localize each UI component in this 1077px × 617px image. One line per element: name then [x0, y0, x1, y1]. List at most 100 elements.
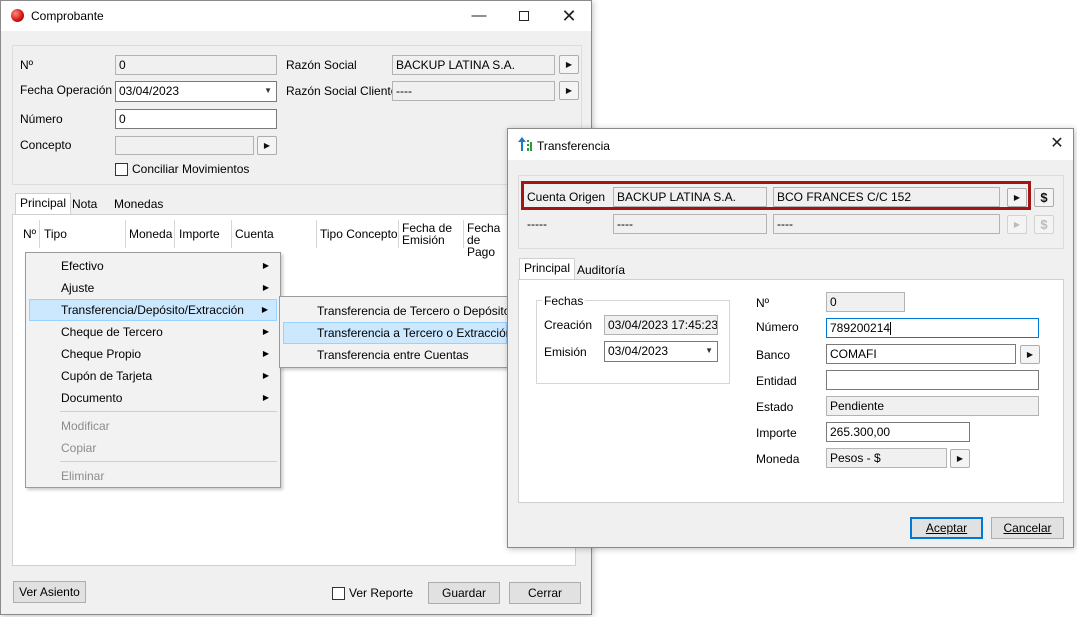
tab-nota[interactable]: Nota [68, 195, 101, 215]
tab-monedas[interactable]: Monedas [110, 195, 167, 215]
col-fecha-emision[interactable]: Fecha de Emisión [402, 222, 462, 246]
submenu-item-entre-cuentas[interactable]: Transferencia entre Cuentas [283, 344, 507, 366]
close-icon[interactable]: ✕ [554, 4, 584, 28]
concepto-field [115, 136, 254, 155]
col-moneda[interactable]: Moneda [129, 228, 172, 240]
chevron-down-icon[interactable]: ▼ [264, 82, 272, 100]
menu-item-documento[interactable]: Documento ▶ [29, 387, 277, 409]
razon-social-cliente-field: ---- [392, 81, 555, 101]
menu-separator [60, 411, 277, 412]
col-separator [316, 220, 317, 248]
creacion-label: Creación [544, 318, 593, 332]
submenu-arrow-icon: ▶ [262, 261, 269, 270]
menu-item-cheque-tercero[interactable]: Cheque de Tercero ▶ [29, 321, 277, 343]
col-tipo[interactable]: Tipo [44, 228, 67, 240]
banco-field: COMAFI [826, 344, 1016, 364]
menu-item-transferencia[interactable]: Transferencia/Depósito/Extracción ▶ [29, 299, 277, 321]
razon-social-cliente-select-button[interactable]: ▶ [559, 81, 579, 100]
cuenta2-currency-button[interactable]: $ [1034, 215, 1054, 234]
tab-auditoria[interactable]: Auditoría [573, 261, 629, 281]
col-importe[interactable]: Importe [179, 228, 220, 240]
banco-select-button[interactable]: ▶ [1020, 345, 1040, 364]
transfer-icon [517, 137, 533, 152]
col-separator [174, 220, 175, 248]
menu-item-cheque-propio[interactable]: Cheque Propio ▶ [29, 343, 277, 365]
play-arrow-icon: ▶ [565, 86, 573, 95]
chevron-down-icon[interactable]: ▼ [705, 342, 713, 360]
numero-input[interactable]: 789200214 [826, 318, 1039, 338]
importe-label: Importe [756, 426, 797, 440]
nro-field: 0 [826, 292, 905, 312]
menu-item-eliminar[interactable]: Eliminar [29, 465, 277, 487]
submenu-item-label: Transferencia entre Cuentas [317, 348, 469, 362]
concepto-select-button[interactable]: ▶ [257, 136, 277, 155]
razon-social-select-button[interactable]: ▶ [559, 55, 579, 74]
tab-principal[interactable]: Principal [519, 258, 576, 280]
importe-input[interactable]: 265.300,00 [826, 422, 970, 442]
col-separator [231, 220, 232, 248]
nro-label: Nº [756, 296, 770, 310]
menu-item-label: Eliminar [61, 469, 105, 483]
play-arrow-icon: ▶ [956, 454, 964, 463]
creacion-field: 03/04/2023 17:45:23 [604, 315, 718, 335]
dialog-title: Transferencia [537, 139, 610, 153]
numero2-label: Número [20, 112, 63, 126]
menu-item-label: Ajuste [61, 281, 95, 295]
context-menu: Efectivo ▶ Ajuste ▶ Transferencia/Depósito… [25, 252, 281, 488]
cuenta-origen-currency-button[interactable]: $ [1034, 188, 1054, 207]
cuenta2-select-button[interactable]: ▶ [1007, 215, 1027, 234]
cuenta-origen-label: Cuenta Origen [527, 190, 606, 204]
numero-label: Número [756, 320, 799, 334]
submenu-item-tercero-extraccion[interactable]: Transferencia a Tercero o Extracción [283, 322, 512, 344]
ver-reporte-checkbox[interactable] [332, 587, 345, 600]
menu-item-efectivo[interactable]: Efectivo ▶ [29, 255, 277, 277]
play-arrow-icon: ▶ [1026, 350, 1034, 359]
conciliar-label: Conciliar Movimientos [132, 162, 250, 176]
col-nro[interactable]: Nº [23, 228, 36, 240]
col-separator [398, 220, 399, 248]
cancelar-button[interactable]: Cancelar [991, 517, 1064, 539]
transferencia-titlebar[interactable]: Transferencia ✕ [508, 129, 1073, 160]
submenu-item-tercero-deposito[interactable]: Transferencia de Tercero o Depósito [283, 300, 510, 322]
banco-label: Banco [756, 348, 791, 362]
col-separator [125, 220, 126, 248]
estado-label: Estado [756, 400, 794, 414]
cuenta-origen-select-button[interactable]: ▶ [1007, 188, 1027, 207]
transferencia-dialog: Transferencia ✕ Cuenta Origen BACKUP LAT… [507, 128, 1074, 548]
aceptar-button[interactable]: Aceptar [910, 517, 983, 539]
moneda-select-button[interactable]: ▶ [950, 449, 970, 468]
razon-social-label: Razón Social [286, 58, 357, 72]
fecha-operacion-value: 03/04/2023 [119, 84, 180, 98]
tab-principal[interactable]: Principal [15, 193, 72, 215]
submenu-arrow-icon: ▶ [262, 283, 269, 292]
razon-social-field: BACKUP LATINA S.A. [392, 55, 555, 75]
emision-value: 03/04/2023 [608, 344, 669, 358]
menu-item-cupon-tarjeta[interactable]: Cupón de Tarjeta ▶ [29, 365, 277, 387]
razon-social-cliente-label: Razón Social Cliente [286, 84, 398, 98]
menu-item-ajuste[interactable]: Ajuste ▶ [29, 277, 277, 299]
maximize-icon[interactable] [509, 4, 539, 28]
play-arrow-icon: ▶ [263, 141, 271, 150]
fecha-operacion-combo[interactable]: 03/04/2023 ▼ [115, 81, 277, 102]
entidad-input[interactable] [826, 370, 1039, 390]
numero2-input[interactable]: 0 [115, 109, 277, 129]
comprobante-titlebar[interactable]: Comprobante — ✕ [1, 1, 591, 31]
fechas-group-title: Fechas [542, 294, 586, 308]
col-fecha-pago[interactable]: Fecha de Pago [467, 222, 511, 258]
menu-item-copiar[interactable]: Copiar [29, 437, 277, 459]
transferencia-principal-panel: Fechas Creación 03/04/2023 17:45:23 Emis… [518, 279, 1064, 503]
emision-label: Emisión [544, 345, 587, 359]
close-icon[interactable]: ✕ [1042, 132, 1072, 156]
minimize-icon[interactable]: — [464, 4, 494, 28]
submenu-arrow-icon: ▶ [261, 305, 268, 314]
fecha-operacion-label: Fecha Operación [20, 83, 113, 97]
menu-item-modificar[interactable]: Modificar [29, 415, 277, 437]
emision-combo[interactable]: 03/04/2023 ▼ [604, 341, 718, 362]
guardar-button[interactable]: Guardar [428, 582, 500, 604]
col-cuenta[interactable]: Cuenta [235, 228, 274, 240]
col-tipo-concepto[interactable]: Tipo Concepto [320, 228, 398, 240]
cuenta2-label: ----- [527, 217, 547, 231]
ver-asiento-button[interactable]: Ver Asiento [13, 581, 86, 603]
cerrar-button[interactable]: Cerrar [509, 582, 581, 604]
conciliar-checkbox[interactable] [115, 163, 128, 176]
